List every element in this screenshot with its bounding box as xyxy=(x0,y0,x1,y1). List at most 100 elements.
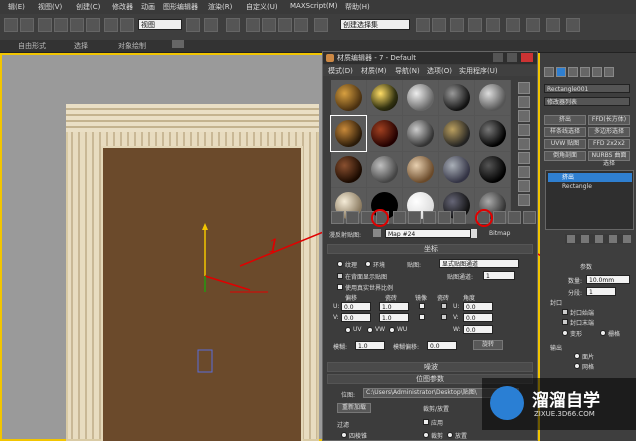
get-material-icon[interactable] xyxy=(331,211,344,224)
environ-radio[interactable] xyxy=(365,261,371,267)
modifier-nurbs-select-button[interactable]: NURBS 曲面选择 xyxy=(588,151,630,167)
blur-field[interactable]: 1.0 xyxy=(355,341,385,350)
place-radio[interactable] xyxy=(447,432,453,438)
slot-11[interactable] xyxy=(331,152,366,187)
slot-7[interactable] xyxy=(367,116,402,151)
cap-start-checkbox[interactable] xyxy=(562,309,568,315)
vw-radio[interactable] xyxy=(367,327,373,333)
modify-tab-icon[interactable] xyxy=(556,67,566,77)
put-to-scene-icon[interactable] xyxy=(346,211,359,224)
make-copy-icon[interactable] xyxy=(408,211,421,224)
configure-sets-icon[interactable] xyxy=(623,235,631,243)
hierarchy-tab-icon[interactable] xyxy=(568,67,578,77)
slot-2[interactable] xyxy=(367,80,402,115)
pin-stack-icon[interactable] xyxy=(567,235,575,243)
stack-item-rectangle[interactable]: Rectangle xyxy=(548,182,632,191)
slot-1[interactable] xyxy=(331,80,366,115)
show-end-result-stack-icon[interactable] xyxy=(581,235,589,243)
blur-offset-field[interactable]: 0.0 xyxy=(427,341,457,350)
slot-10[interactable] xyxy=(475,116,510,151)
sample-type-icon[interactable] xyxy=(518,82,530,94)
modifier-list-dropdown[interactable]: 修改器列表 xyxy=(544,97,630,106)
v-angle-field[interactable]: 0.0 xyxy=(463,313,493,322)
noise-rollout[interactable]: 噪波 xyxy=(327,362,533,372)
material-id-icon[interactable] xyxy=(453,211,466,224)
slot-14[interactable] xyxy=(439,152,474,187)
crop-radio[interactable] xyxy=(423,432,429,438)
patch-radio[interactable] xyxy=(574,353,580,359)
map-type-button[interactable]: Bitmap xyxy=(489,230,510,237)
wu-radio[interactable] xyxy=(389,327,395,333)
slot-15[interactable] xyxy=(475,152,510,187)
close-icon[interactable] xyxy=(521,53,533,62)
slot-6-active[interactable] xyxy=(330,115,367,152)
video-color-icon[interactable] xyxy=(518,138,530,150)
pyramidal-radio[interactable] xyxy=(341,432,347,438)
slot-3[interactable] xyxy=(403,80,438,115)
cap-end-checkbox[interactable] xyxy=(562,319,568,325)
amount-field[interactable]: 10.0mm xyxy=(586,275,630,284)
make-preview-icon[interactable] xyxy=(518,152,530,164)
me-menu-options[interactable]: 选项(O) xyxy=(427,66,452,76)
real-world-checkbox[interactable] xyxy=(337,284,343,290)
modifier-ffd-2x2-button[interactable]: FFD 2x2x2 xyxy=(588,139,630,149)
make-unique-icon[interactable] xyxy=(423,211,436,224)
v-tile-checkbox[interactable] xyxy=(441,314,447,320)
me-menu-navigation[interactable]: 导航(N) xyxy=(395,66,420,76)
select-by-material-icon[interactable] xyxy=(518,180,530,192)
show-map-on-back-checkbox[interactable] xyxy=(337,273,343,279)
motion-tab-icon[interactable] xyxy=(580,67,590,77)
utilities-tab-icon[interactable] xyxy=(604,67,614,77)
segments-field[interactable]: 1 xyxy=(586,287,616,296)
pick-icon[interactable] xyxy=(373,229,381,237)
reset-map-icon[interactable] xyxy=(393,211,406,224)
material-navigator-icon[interactable] xyxy=(518,194,530,206)
apply-checkbox[interactable] xyxy=(423,419,429,425)
go-forward-sibling-icon[interactable] xyxy=(523,211,536,224)
remove-modifier-icon[interactable] xyxy=(609,235,617,243)
maximize-icon[interactable] xyxy=(507,53,517,62)
modifier-poly-select-button[interactable]: 多边形选择 xyxy=(588,127,630,137)
grid-radio[interactable] xyxy=(600,330,606,336)
rotate-button[interactable]: 旋转 xyxy=(473,340,503,350)
create-tab-icon[interactable] xyxy=(544,67,554,77)
me-menu-material[interactable]: 材质(M) xyxy=(361,66,387,76)
options-icon[interactable] xyxy=(518,166,530,178)
slot-4[interactable] xyxy=(439,80,474,115)
put-to-library-icon[interactable] xyxy=(438,211,451,224)
modifier-ffd-box-button[interactable]: FFD(长方体) xyxy=(588,115,630,125)
mesh-radio[interactable] xyxy=(574,363,580,369)
slot-13[interactable] xyxy=(403,152,438,187)
v-tiling-field[interactable]: 1.0 xyxy=(379,313,409,322)
v-offset-field[interactable]: 0.0 xyxy=(341,313,371,322)
me-menu-utilities[interactable]: 实用程序(U) xyxy=(459,66,498,76)
stack-item-extrude[interactable]: 挤出 xyxy=(548,173,632,182)
u-tiling-field[interactable]: 1.0 xyxy=(379,302,409,311)
texture-radio[interactable] xyxy=(337,261,343,267)
background-icon[interactable] xyxy=(518,110,530,122)
mapping-dropdown[interactable]: 显式贴图通道 xyxy=(439,259,519,268)
show-end-result-icon[interactable] xyxy=(493,211,506,224)
parameters-rollout-title[interactable]: 参数 xyxy=(580,262,592,271)
go-to-parent-icon[interactable] xyxy=(508,211,521,224)
u-mirror-checkbox[interactable] xyxy=(419,303,425,309)
modifier-bevel-profile-button[interactable]: 倒角剖面 xyxy=(544,151,586,161)
modifier-uvw-map-button[interactable]: UVW 贴图 xyxy=(544,139,586,149)
display-tab-icon[interactable] xyxy=(592,67,602,77)
map-name-field[interactable]: Map #24 xyxy=(385,229,471,238)
slot-8[interactable] xyxy=(403,116,438,151)
uv-radio[interactable] xyxy=(345,327,351,333)
map-channel-field[interactable]: 1 xyxy=(483,271,515,280)
u-tile-checkbox[interactable] xyxy=(441,303,447,309)
u-offset-field[interactable]: 0.0 xyxy=(341,302,371,311)
morph-radio[interactable] xyxy=(562,330,568,336)
modifier-extrude-button[interactable]: 挤出 xyxy=(544,115,586,125)
u-angle-field[interactable]: 0.0 xyxy=(463,302,493,311)
v-mirror-checkbox[interactable] xyxy=(419,314,425,320)
coordinates-rollout[interactable]: 坐标 xyxy=(327,244,533,254)
uv-tiling-icon[interactable] xyxy=(518,124,530,136)
w-angle-field[interactable]: 0.0 xyxy=(463,325,493,334)
me-menu-modes[interactable]: 模式(D) xyxy=(328,66,353,76)
map-name-dropdown-icon[interactable] xyxy=(471,229,477,238)
modifier-spline-select-button[interactable]: 样条线选择 xyxy=(544,127,586,137)
